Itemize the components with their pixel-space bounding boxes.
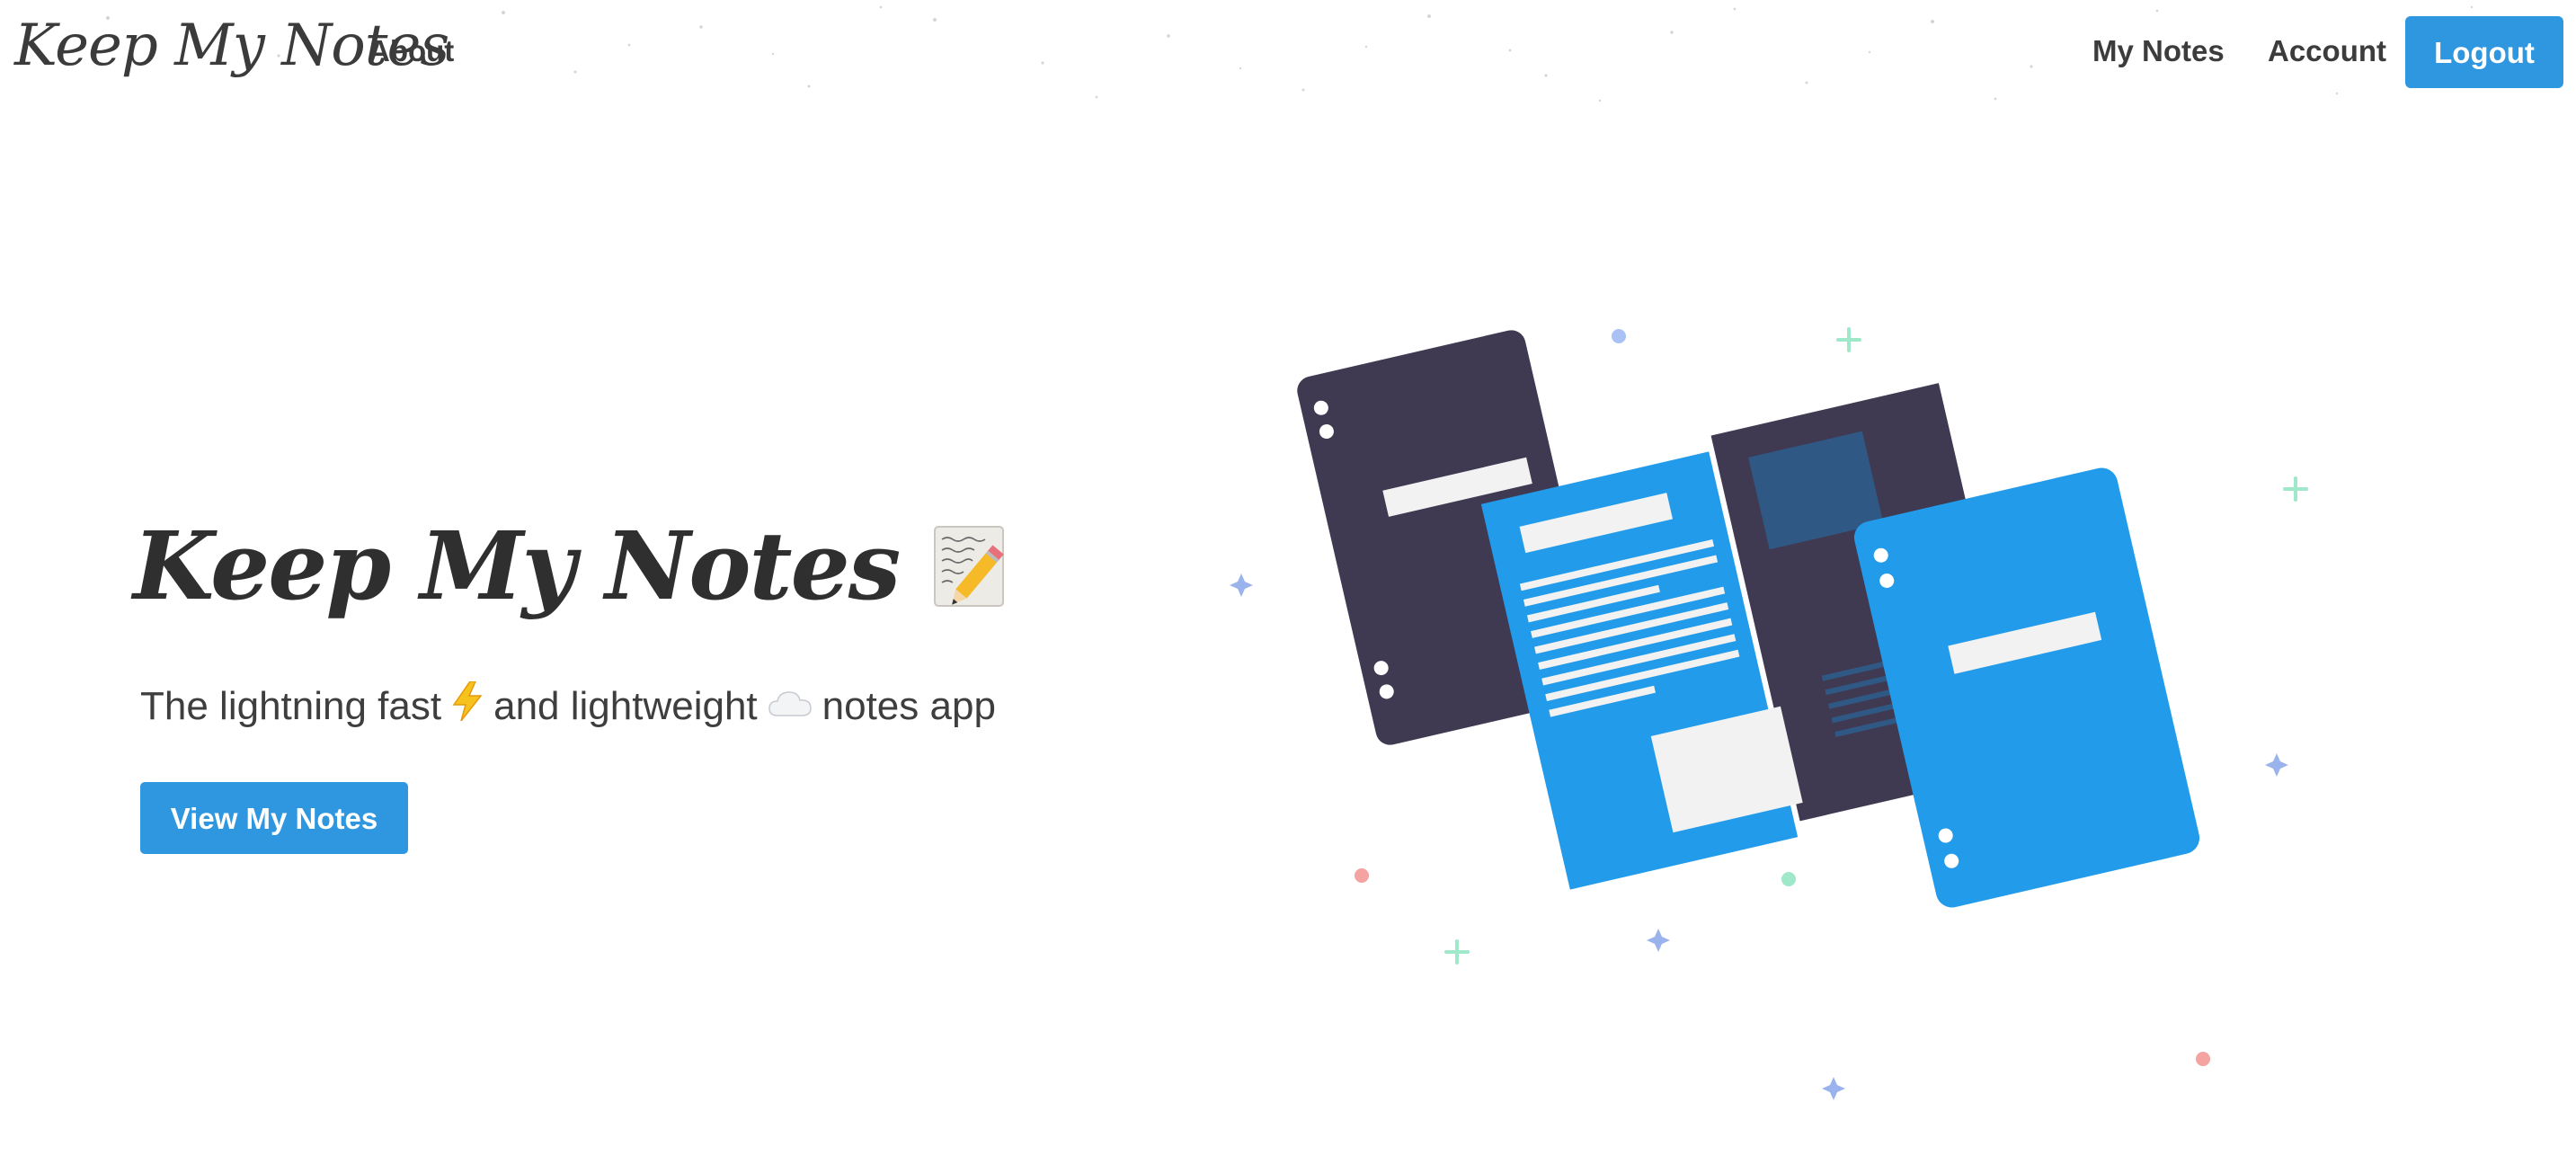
cloud-icon — [768, 684, 812, 729]
subtitle-part-1: The lightning fast — [140, 683, 442, 728]
subtitle-part-2: and lightweight — [493, 683, 758, 728]
memo-pencil-icon — [934, 525, 1005, 607]
nav-link-account[interactable]: Account — [2268, 34, 2386, 68]
logout-button[interactable]: Logout — [2405, 16, 2563, 88]
nav-link-my-notes[interactable]: My Notes — [2092, 34, 2225, 68]
top-navbar: Keep My Notes About My Notes Account Log… — [0, 0, 2576, 108]
notebooks-illustration — [1230, 327, 2308, 1100]
hero-title: Keep My Notes — [133, 511, 901, 621]
subtitle-part-3: notes app — [822, 683, 996, 728]
view-my-notes-button[interactable]: View My Notes — [140, 782, 408, 854]
nav-link-about[interactable]: About — [369, 34, 454, 68]
hero-subtitle: The lightning fast and lightweight notes… — [140, 680, 996, 731]
lightning-icon — [452, 680, 483, 731]
hero-title-row: Keep My Notes — [133, 511, 1007, 621]
